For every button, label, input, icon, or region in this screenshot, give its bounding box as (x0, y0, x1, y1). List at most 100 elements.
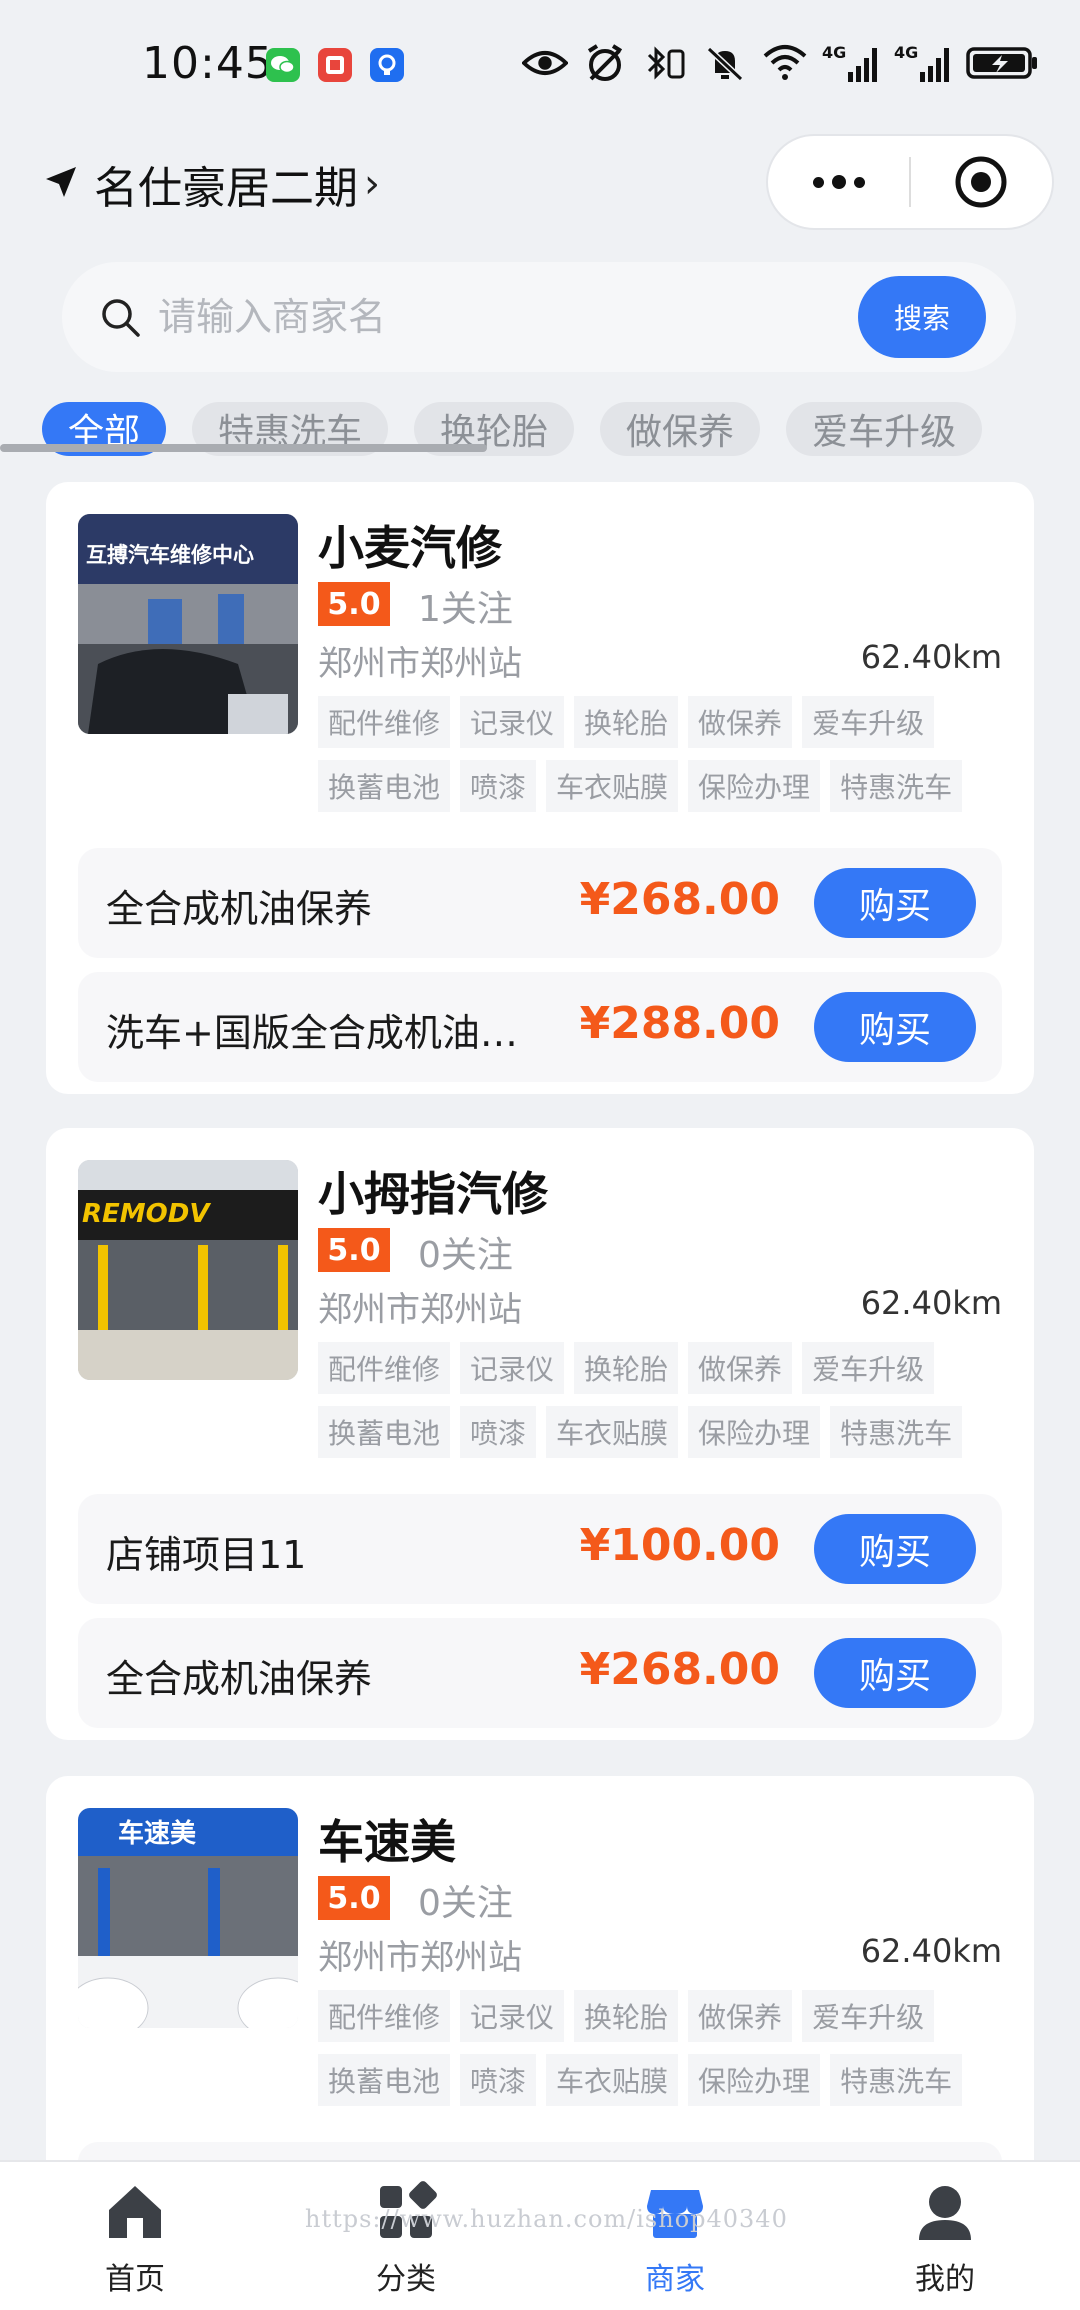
store-distance: 62.40km (860, 638, 1002, 676)
store-distance: 62.40km (860, 1284, 1002, 1322)
store-photo: REMODV (78, 1160, 298, 1380)
category-scroll-indicator (0, 444, 487, 452)
service-tag: 记录仪 (460, 1342, 565, 1394)
wechat-icon (266, 48, 300, 82)
nav-home[interactable]: 首页 (60, 2180, 210, 2298)
location-selector[interactable]: 名仕豪居二期 › (44, 152, 380, 216)
mini-program-capsule (766, 134, 1054, 230)
nav-label: 分类 (376, 2262, 436, 2297)
service-tag: 做保养 (688, 1990, 793, 2042)
service-tag: 车衣贴膜 (546, 2054, 679, 2106)
rating-badge: 5.0 (318, 1228, 390, 1272)
user-icon (919, 2186, 971, 2240)
search-button[interactable]: 搜索 (858, 276, 986, 358)
chevron-right-icon: › (364, 161, 380, 207)
nav-label: 首页 (105, 2262, 165, 2297)
store-photo: 车速美 (78, 1808, 298, 2028)
product-row[interactable]: 全合成机油保养 ¥268.00 购买 (78, 848, 1002, 958)
nav-category[interactable]: 分类 (331, 2180, 481, 2298)
signal-4g-icon-2: 4G (894, 40, 952, 86)
buy-button[interactable]: 购买 (814, 1638, 976, 1708)
service-tag: 特惠洗车 (830, 760, 963, 812)
service-tag: 换蓄电池 (318, 760, 451, 812)
store-sign-text: REMODV (82, 1199, 211, 1229)
red-app-icon (318, 48, 352, 82)
more-button[interactable] (768, 136, 909, 228)
service-tag: 配件维修 (318, 1342, 451, 1394)
service-tag: 换轮胎 (574, 1342, 679, 1394)
status-time: 10:45 (142, 38, 274, 89)
buy-button[interactable]: 购买 (814, 868, 976, 938)
search-bar: 搜索 (62, 262, 1016, 372)
store-name[interactable]: 小拇指汽修 (318, 1158, 548, 1224)
buy-button[interactable]: 购买 (814, 1514, 976, 1584)
service-tags: 配件维修 记录仪 换轮胎 做保养 爱车升级 换蓄电池 喷漆 车衣贴膜 保险办理 … (318, 1990, 1008, 2106)
store-name[interactable]: 车速美 (318, 1806, 456, 1872)
wifi-icon (762, 40, 808, 86)
tab-upgrade[interactable]: 爱车升级 (786, 402, 983, 456)
product-name: 洗车+国版全合成机油… (106, 1011, 518, 1055)
store-name[interactable]: 小麦汽修 (318, 512, 502, 578)
battery-icon (966, 40, 1040, 86)
store-sign-text: 互搏汽车维修中心 (86, 543, 254, 567)
service-tag: 爱车升级 (802, 1990, 935, 2042)
close-target-button[interactable] (911, 136, 1052, 228)
nav-mine[interactable]: 我的 (870, 2180, 1020, 2298)
follow-count: 1关注 (418, 589, 513, 630)
store-address: 郑州市郑州站 (318, 1290, 522, 1330)
service-tag: 特惠洗车 (830, 1406, 963, 1458)
service-tag: 记录仪 (460, 1990, 565, 2042)
follow-count: 0关注 (418, 1235, 513, 1276)
watermark-text: https://www.huzhan.com/ishop40340 (305, 2205, 788, 2233)
network-label: 4G (822, 43, 846, 62)
store-card[interactable]: 车速美 车速美 5.0 0关注 郑州市郑州站 62.40km 配件维修 记录仪 … (46, 1776, 1034, 2196)
blue-app-icon (370, 48, 404, 82)
service-tag: 换轮胎 (574, 696, 679, 748)
store-distance: 62.40km (860, 1932, 1002, 1970)
product-row[interactable]: 店铺项目11 ¥100.00 购买 (78, 1494, 1002, 1604)
search-icon (100, 297, 142, 343)
product-price: ¥100.00 (579, 1520, 780, 1571)
service-tag: 爱车升级 (802, 1342, 935, 1394)
store-card[interactable]: 互搏汽车维修中心 小麦汽修 5.0 1关注 郑州市郑州站 62.40km 配件维… (46, 482, 1034, 1094)
product-price: ¥268.00 (579, 874, 780, 925)
store-sign-text: 车速美 (118, 1818, 196, 1849)
service-tags: 配件维修 记录仪 换轮胎 做保养 爱车升级 换蓄电池 喷漆 车衣贴膜 保险办理 … (318, 1342, 1008, 1458)
nav-merchant[interactable]: 商家 (600, 2180, 750, 2298)
product-name: 店铺项目11 (106, 1533, 307, 1577)
service-tag: 保险办理 (688, 1406, 821, 1458)
service-tag: 做保养 (688, 1342, 793, 1394)
product-row[interactable]: 洗车+国版全合成机油… ¥288.00 购买 (78, 972, 1002, 1082)
service-tag: 喷漆 (460, 760, 537, 812)
alarm-off-icon (582, 40, 628, 86)
service-tag: 换蓄电池 (318, 1406, 451, 1458)
bottom-nav: 首页 分类 商家 我的 (0, 2160, 1080, 2310)
service-tag: 喷漆 (460, 1406, 537, 1458)
service-tag: 喷漆 (460, 2054, 537, 2106)
service-tag: 车衣贴膜 (546, 760, 679, 812)
home-icon (109, 2186, 161, 2238)
store-address: 郑州市郑州站 (318, 644, 522, 684)
status-bar: 10:45 4G 4G (0, 0, 1080, 130)
dot-icon (853, 176, 865, 188)
buy-button[interactable]: 购买 (814, 992, 976, 1062)
follow-count: 0关注 (418, 1883, 513, 1924)
rating-badge: 5.0 (318, 582, 390, 626)
service-tag: 配件维修 (318, 1990, 451, 2042)
search-input[interactable] (158, 282, 878, 352)
store-photo: 互搏汽车维修中心 (78, 514, 298, 734)
signal-4g-icon: 4G (822, 40, 880, 86)
store-card[interactable]: REMODV 小拇指汽修 5.0 0关注 郑州市郑州站 62.40km 配件维修… (46, 1128, 1034, 1740)
network-label: 4G (894, 43, 918, 62)
product-price: ¥288.00 (579, 998, 780, 1049)
mute-icon (702, 40, 748, 86)
product-name: 全合成机油保养 (106, 1657, 373, 1701)
dot-icon (812, 176, 824, 188)
tab-maintenance[interactable]: 做保养 (600, 402, 761, 456)
eye-icon (522, 40, 568, 86)
product-row[interactable]: 全合成机油保养 ¥268.00 购买 (78, 1618, 1002, 1728)
rating-badge: 5.0 (318, 1876, 390, 1920)
service-tag: 做保养 (688, 696, 793, 748)
nav-label: 我的 (915, 2262, 975, 2297)
service-tag: 特惠洗车 (830, 2054, 963, 2106)
